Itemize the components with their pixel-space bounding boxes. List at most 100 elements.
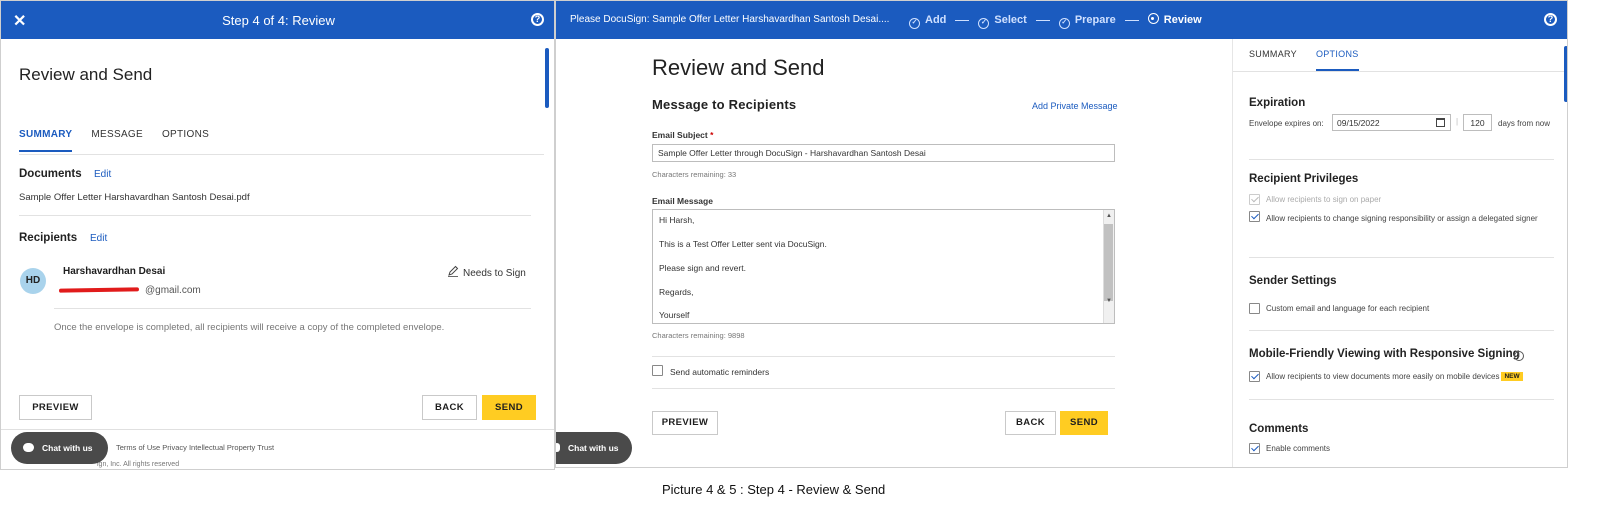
top-bar: ✕ Step 4 of 4: Review ? (1, 1, 554, 39)
tab-bar: SUMMARY MESSAGE OPTIONS (19, 129, 228, 152)
sign-on-paper-label: Allow recipients to sign on paper (1266, 195, 1382, 204)
email-subject-input[interactable]: Sample Offer Letter through DocuSign - H… (652, 144, 1115, 162)
expiration-days-input[interactable]: 120 (1463, 114, 1492, 131)
recipient-role[interactable]: Needs to Sign (447, 265, 526, 279)
step-label: Prepare (1074, 14, 1116, 26)
envelope-title: Please DocuSign: Sample Offer Letter Har… (570, 14, 890, 25)
required-mark: * (710, 130, 714, 140)
message-section-title: Message to Recipients (652, 97, 797, 112)
sign-on-paper-checkbox[interactable] (1249, 194, 1260, 205)
delegate-signing-label: Allow recipients to change signing respo… (1266, 214, 1538, 223)
preview-button[interactable]: PREVIEW (652, 411, 718, 435)
message-line: This is a Test Offer Letter sent via Doc… (659, 239, 827, 249)
scroll-down-icon[interactable]: ▼ (1106, 298, 1112, 304)
recipient-email-domain: @gmail.com (145, 285, 201, 296)
divider (1233, 71, 1567, 72)
check-circle-icon: ✓ (909, 18, 920, 29)
tab-summary[interactable]: SUMMARY (19, 129, 73, 152)
reminders-checkbox[interactable] (652, 365, 663, 376)
tab-message[interactable]: MESSAGE (91, 129, 143, 140)
completion-note: Once the envelope is completed, all reci… (54, 322, 445, 333)
step-add[interactable]: ✓ Add (909, 14, 946, 29)
chat-button[interactable]: Chat with us (11, 432, 108, 464)
step-label: Select (994, 14, 1027, 26)
send-button[interactable]: SEND (482, 395, 536, 420)
tab-options[interactable]: OPTIONS (1315, 49, 1359, 71)
left-screenshot: ✕ Step 4 of 4: Review ? Review and Send … (0, 0, 555, 470)
comments-heading: Comments (1249, 423, 1309, 435)
subject-chars-remaining: Characters remaining: 33 (652, 170, 737, 179)
documents-edit-link[interactable]: Edit (94, 169, 111, 180)
step-select[interactable]: ✓ Select (978, 14, 1027, 29)
enable-comments-checkbox[interactable] (1249, 443, 1260, 454)
message-line: Please sign and revert. (659, 263, 746, 273)
footer-links: Terms of Use Privacy Intellectual Proper… (116, 443, 274, 452)
info-icon[interactable]: i (1514, 351, 1524, 361)
mobile-viewing-label-text: Allow recipients to view documents more … (1266, 372, 1500, 381)
expiration-label: Envelope expires on: (1249, 119, 1324, 128)
footer-link-privacy[interactable]: Privacy (162, 443, 187, 452)
email-message-textarea[interactable]: Hi Harsh, This is a Test Offer Letter se… (652, 209, 1115, 324)
new-badge: NEW (1501, 372, 1523, 381)
panel-scrollbar-thumb[interactable] (1564, 46, 1567, 102)
send-button[interactable]: SEND (1060, 411, 1108, 435)
chat-label: Chat with us (568, 443, 619, 453)
enable-comments-label: Enable comments (1266, 444, 1331, 453)
figure-caption: Picture 4 & 5 : Step 4 - Review & Send (662, 482, 886, 497)
message-line: Yourself (659, 310, 690, 320)
help-icon[interactable]: ? (531, 13, 544, 26)
document-name: Sample Offer Letter Harshavardhan Santos… (19, 192, 250, 203)
preview-button[interactable]: PREVIEW (19, 395, 92, 420)
reminders-label: Send automatic reminders (670, 367, 770, 377)
page-title: Review and Send (652, 55, 825, 80)
add-private-message-link[interactable]: Add Private Message (1032, 101, 1118, 111)
step-progress: ✓ Add ✓ Select ✓ Prepare Review (909, 13, 1202, 29)
back-button[interactable]: BACK (422, 395, 477, 420)
check-circle-icon: ✓ (1058, 18, 1070, 29)
pen-icon (448, 265, 459, 277)
avatar: HD (20, 268, 46, 294)
tab-summary[interactable]: SUMMARY (1249, 49, 1297, 59)
chat-bubble-icon (23, 443, 34, 453)
recipient-privileges-heading: Recipient Privileges (1249, 173, 1359, 185)
textarea-scroll-thumb[interactable] (1104, 224, 1113, 301)
footer-link-terms[interactable]: Terms of Use (116, 443, 160, 452)
right-screenshot: Please DocuSign: Sample Offer Letter Har… (555, 0, 1568, 468)
chat-button[interactable]: Chat with us (556, 432, 632, 464)
delegate-signing-checkbox[interactable] (1249, 211, 1260, 222)
help-icon[interactable]: ? (1544, 13, 1557, 26)
scrollbar-thumb[interactable] (545, 48, 549, 108)
recipients-heading: Recipients (19, 232, 78, 244)
expiration-date-input[interactable]: 09/15/2022 (1332, 114, 1451, 131)
copyright: ign, Inc. All rights reserved (97, 461, 180, 468)
step-connector (955, 19, 970, 21)
check-circle-icon: ✓ (978, 18, 990, 29)
divider (54, 308, 531, 309)
step-review[interactable]: Review (1147, 13, 1202, 26)
message-chars-remaining: Characters remaining: 9898 (652, 331, 745, 340)
divider (1249, 159, 1554, 160)
custom-email-checkbox[interactable] (1249, 303, 1260, 314)
footer-link-trust[interactable]: Trust (257, 443, 274, 452)
calendar-icon[interactable] (1436, 118, 1445, 127)
recipient-name: Harshavardhan Desai (63, 266, 166, 277)
back-button[interactable]: BACK (1005, 411, 1056, 435)
email-message-label: Email Message (652, 196, 713, 206)
footer-link-ip[interactable]: Intellectual Property (189, 443, 255, 452)
mobile-viewing-heading: Mobile-Friendly Viewing with Responsive … (1249, 348, 1520, 360)
divider (19, 215, 531, 216)
tab-options[interactable]: OPTIONS (162, 129, 209, 140)
mobile-viewing-checkbox[interactable] (1249, 371, 1260, 382)
step-label: Review (1163, 14, 1202, 26)
divider (1249, 399, 1554, 400)
field-separator: | (1456, 117, 1459, 126)
days-suffix: days from now (1498, 119, 1551, 128)
recipients-edit-link[interactable]: Edit (90, 233, 107, 244)
chat-label: Chat with us (42, 443, 93, 453)
sender-settings-heading: Sender Settings (1249, 275, 1337, 287)
divider (1249, 257, 1554, 258)
step-prepare[interactable]: ✓ Prepare (1058, 14, 1116, 29)
divider (1249, 330, 1554, 331)
scroll-up-icon[interactable]: ▲ (1106, 213, 1112, 219)
message-line: Regards, (659, 287, 694, 297)
